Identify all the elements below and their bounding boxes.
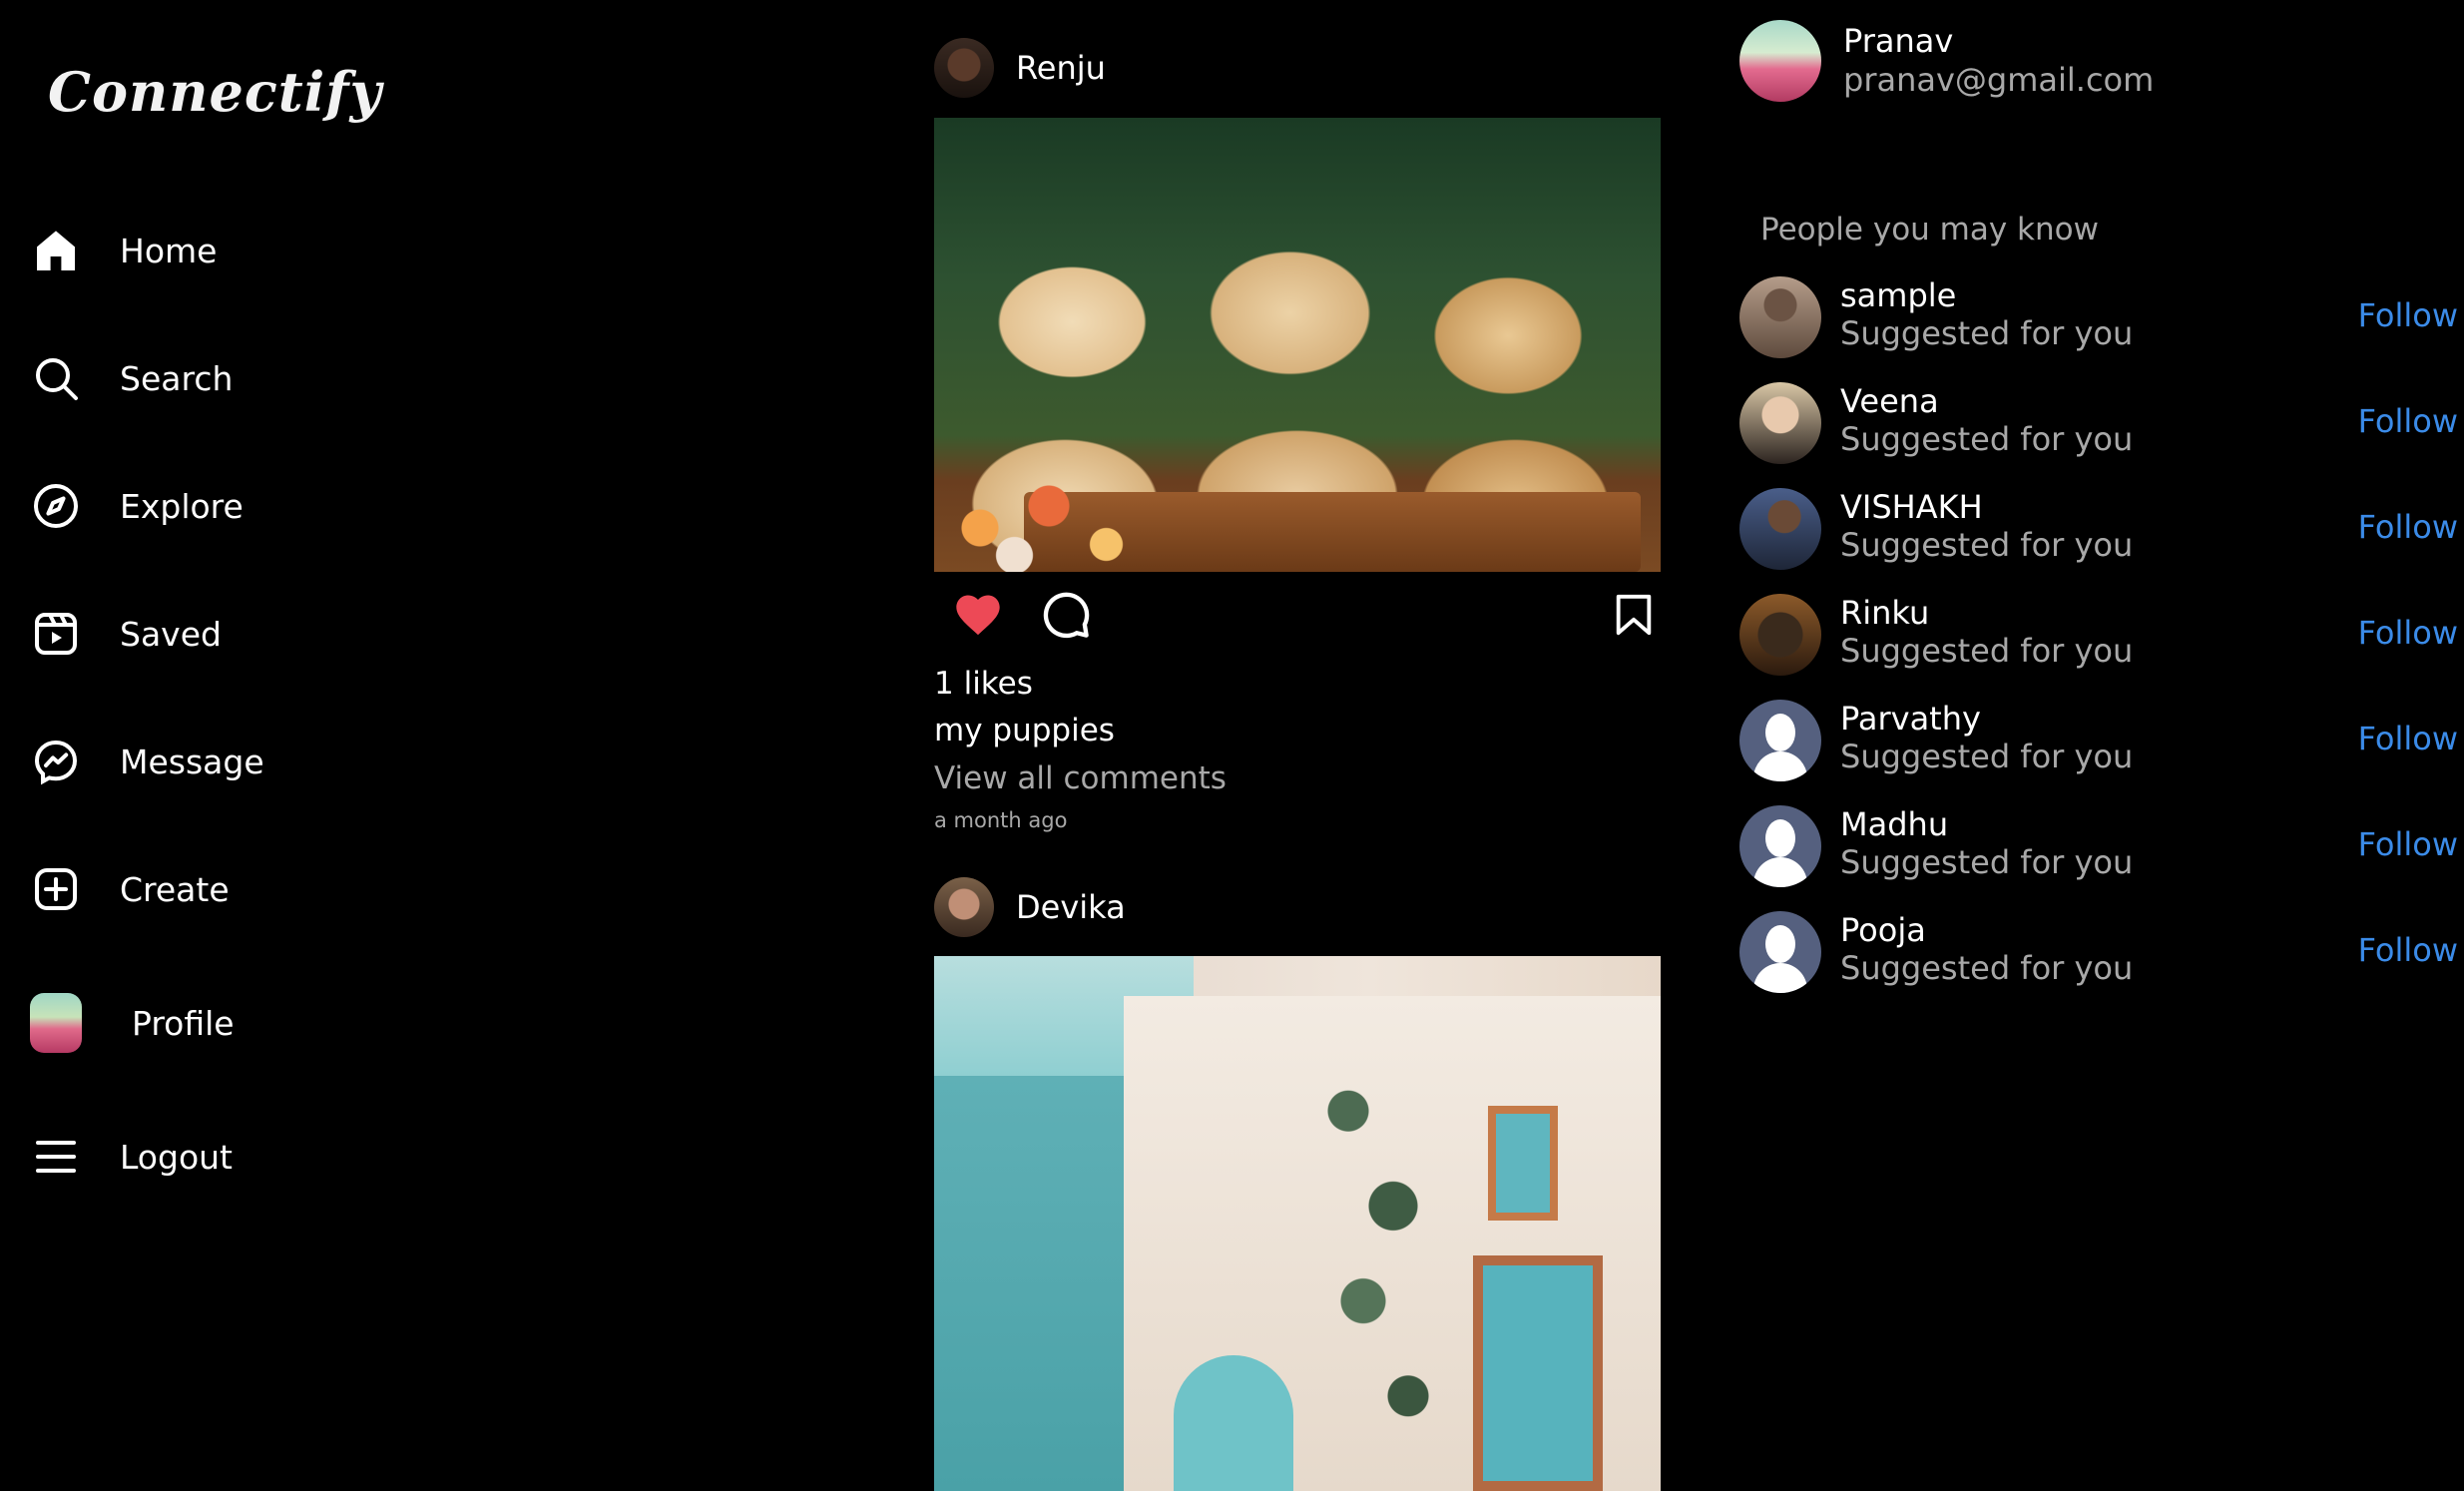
suggestion-name[interactable]: sample — [1840, 276, 1956, 314]
follow-button[interactable]: Follow — [2358, 402, 2458, 440]
suggestion-avatar[interactable] — [1739, 594, 1821, 676]
sidebar-item-saved[interactable]: Saved — [30, 599, 222, 669]
likes-count[interactable]: 1 likes — [934, 666, 1033, 702]
suggestion-row: Rinku Suggested for you Follow — [1739, 594, 2458, 676]
plus-square-icon — [30, 863, 82, 915]
follow-button[interactable]: Follow — [2358, 931, 2458, 969]
bookmark-icon[interactable] — [1611, 589, 1657, 641]
suggestion-avatar[interactable] — [1739, 488, 1821, 570]
current-user-avatar[interactable] — [1739, 20, 1821, 102]
suggestion-subtitle: Suggested for you — [1840, 632, 2134, 670]
post-author-avatar[interactable] — [934, 38, 994, 98]
suggestion-name[interactable]: Madhu — [1840, 805, 1948, 843]
sidebar-item-search[interactable]: Search — [30, 343, 233, 413]
home-icon — [30, 225, 82, 276]
post-actions — [934, 589, 1661, 645]
search-icon — [30, 352, 82, 404]
sidebar-item-label: Saved — [120, 614, 222, 654]
current-user-email: pranav@gmail.com — [1843, 61, 2155, 99]
suggestion-name[interactable]: VISHAKH — [1840, 488, 1983, 526]
post-image[interactable] — [934, 956, 1661, 1491]
sidebar-item-label: Explore — [120, 486, 244, 526]
sidebar-item-label: Search — [120, 358, 234, 398]
suggestion-subtitle: Suggested for you — [1840, 420, 2134, 458]
suggestion-subtitle: Suggested for you — [1840, 738, 2134, 775]
follow-button[interactable]: Follow — [2358, 296, 2458, 334]
suggestion-row: sample Suggested for you Follow — [1739, 276, 2458, 358]
sidebar-item-explore[interactable]: Explore — [30, 471, 244, 541]
current-user-name[interactable]: Pranav — [1843, 22, 2154, 60]
current-user-card: Pranav pranav@gmail.com — [1739, 20, 2154, 102]
suggestion-row: Madhu Suggested for you Follow — [1739, 805, 2458, 887]
post-caption: my puppies — [934, 713, 1115, 748]
follow-button[interactable]: Follow — [2358, 508, 2458, 546]
suggestion-row: Parvathy Suggested for you Follow — [1739, 700, 2458, 781]
heart-icon[interactable] — [952, 589, 1004, 641]
profile-avatar — [30, 993, 82, 1053]
suggestion-row: Pooja Suggested for you Follow — [1739, 911, 2458, 993]
sidebar-item-logout[interactable]: Logout — [30, 1122, 233, 1192]
suggestions-title: People you may know — [1760, 212, 2099, 248]
default-avatar-icon[interactable] — [1739, 805, 1821, 887]
default-avatar-icon[interactable] — [1739, 700, 1821, 781]
follow-button[interactable]: Follow — [2358, 720, 2458, 757]
suggestion-name[interactable]: Rinku — [1840, 594, 1929, 632]
post-author-name[interactable]: Devika — [1016, 888, 1126, 926]
comment-icon[interactable] — [1040, 589, 1092, 641]
reels-icon — [30, 608, 82, 660]
sidebar-item-label: Home — [120, 231, 218, 270]
post-image[interactable] — [934, 118, 1661, 572]
sidebar-item-message[interactable]: Message — [30, 727, 264, 796]
sidebar-item-home[interactable]: Home — [30, 216, 217, 285]
post-author-name[interactable]: Renju — [1016, 49, 1106, 87]
suggestion-subtitle: Suggested for you — [1840, 949, 2134, 987]
sidebar-item-create[interactable]: Create — [30, 854, 230, 924]
suggestion-name[interactable]: Pooja — [1840, 911, 1926, 949]
suggestion-avatar[interactable] — [1739, 276, 1821, 358]
follow-button[interactable]: Follow — [2358, 614, 2458, 652]
sidebar-item-label: Message — [120, 742, 264, 781]
sidebar-item-label: Logout — [120, 1137, 233, 1177]
suggestion-name[interactable]: Veena — [1840, 382, 1939, 420]
suggestion-subtitle: Suggested for you — [1840, 526, 2134, 564]
suggestion-avatar[interactable] — [1739, 382, 1821, 464]
suggestion-row: VISHAKH Suggested for you Follow — [1739, 488, 2458, 570]
sidebar-item-profile[interactable]: Profile — [30, 988, 235, 1058]
sidebar-item-label: Create — [120, 869, 230, 909]
app-logo[interactable]: Connectify — [48, 60, 382, 124]
sidebar-item-label: Profile — [132, 1003, 235, 1043]
suggestion-row: Veena Suggested for you Follow — [1739, 382, 2458, 464]
messenger-icon — [30, 736, 82, 787]
post-header: Devika — [934, 876, 1126, 938]
menu-icon — [30, 1131, 82, 1183]
compass-icon — [30, 480, 82, 532]
post-author-avatar[interactable] — [934, 877, 994, 937]
suggestion-subtitle: Suggested for you — [1840, 843, 2134, 881]
post-header: Renju — [934, 37, 1106, 99]
post-timestamp: a month ago — [934, 808, 1068, 832]
view-comments-link[interactable]: View all comments — [934, 760, 1227, 796]
suggestion-name[interactable]: Parvathy — [1840, 700, 1981, 738]
follow-button[interactable]: Follow — [2358, 825, 2458, 863]
default-avatar-icon[interactable] — [1739, 911, 1821, 993]
suggestion-subtitle: Suggested for you — [1840, 314, 2134, 352]
